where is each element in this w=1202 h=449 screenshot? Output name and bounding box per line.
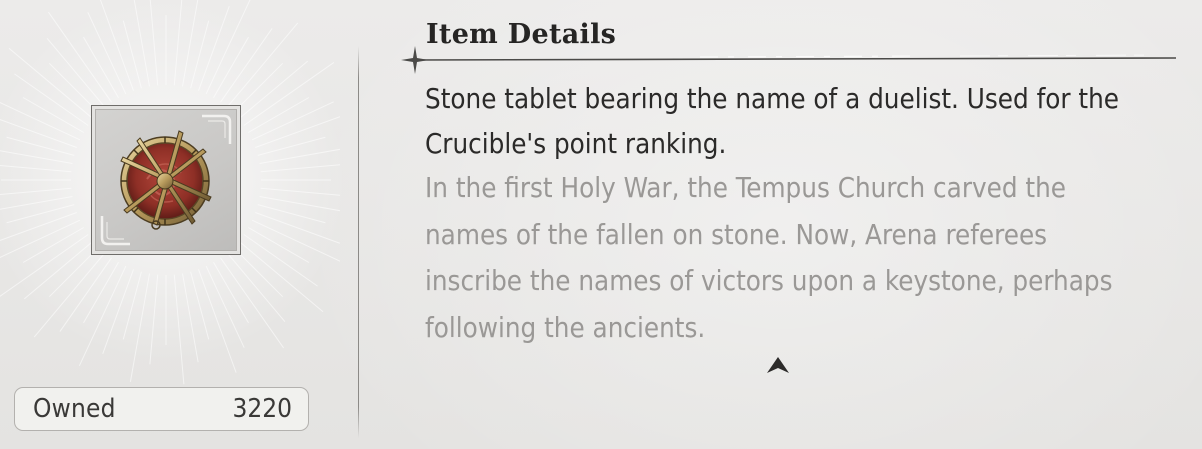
owned-count-box: Owned 3220	[14, 387, 309, 431]
sparkle-star-icon	[401, 46, 429, 74]
ray-line	[6, 204, 75, 224]
ray-line	[255, 116, 340, 148]
owned-count: 3220	[232, 394, 292, 424]
item-details-panel: Item Details Stone tablet bearing the na…	[400, 0, 1190, 449]
ray-line	[0, 196, 73, 210]
ray-line	[46, 37, 106, 108]
item-preview-panel: Owned 3220	[0, 0, 340, 449]
panel-divider	[358, 46, 359, 438]
ray-line	[6, 136, 75, 156]
ray-line	[23, 240, 94, 300]
ray-line	[122, 271, 142, 340]
ray-line	[149, 274, 159, 365]
ray-line	[59, 257, 112, 332]
ray-line	[182, 273, 199, 363]
keystone-medallion-icon	[120, 130, 212, 230]
ray-line	[0, 212, 77, 241]
ray-line	[243, 234, 318, 287]
ray-line	[173, 274, 185, 385]
owned-label: Owned	[33, 394, 116, 424]
ray-line	[0, 164, 72, 173]
ray-line	[149, 0, 159, 86]
ray-line	[259, 148, 340, 164]
ray-line	[190, 20, 210, 89]
ray-line	[257, 204, 326, 224]
ray-line	[238, 60, 309, 120]
item-description: Stone tablet bearing the name of a dueli…	[425, 83, 1120, 160]
ray-line	[260, 187, 340, 196]
ray-line	[260, 164, 340, 173]
ray-line	[182, 0, 199, 87]
ray-line	[173, 0, 183, 86]
ray-line	[220, 28, 273, 103]
heading-ornamental-rule	[401, 46, 1177, 74]
ray-line	[0, 187, 72, 196]
item-icon-frame[interactable]	[91, 105, 241, 255]
ray-line	[78, 265, 127, 367]
ray-line	[226, 252, 286, 323]
scroll-up-arrow-icon[interactable]	[766, 356, 790, 374]
ray-line	[0, 102, 81, 141]
ray-line	[190, 271, 210, 340]
item-lore-text: In the first Holy War, the Tempus Church…	[425, 172, 1113, 344]
ray-line	[205, 0, 251, 95]
ray-line	[99, 0, 134, 91]
ray-line	[259, 196, 340, 212]
ray-line	[129, 273, 150, 382]
ray-line	[133, 0, 150, 87]
ray-line	[122, 20, 142, 89]
ray-line	[0, 150, 73, 164]
ray-line	[14, 73, 89, 126]
ray-line	[257, 136, 326, 156]
